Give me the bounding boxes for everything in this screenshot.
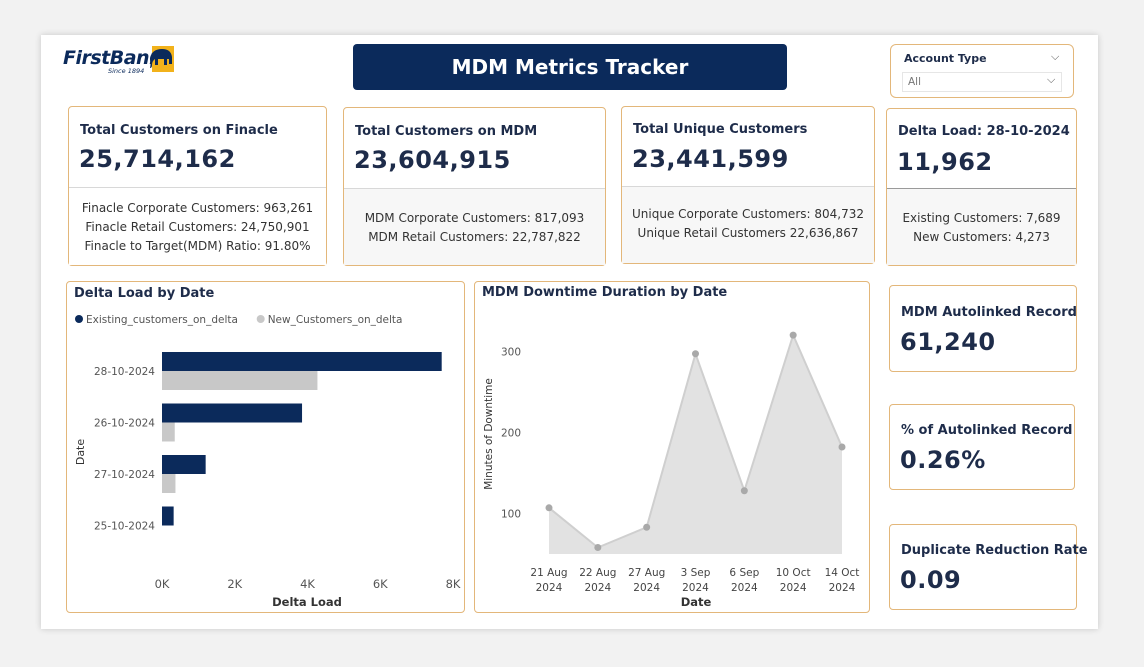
mdm-title: Total Customers on MDM xyxy=(355,124,538,139)
pct-autolinked-value: 0.26% xyxy=(900,446,986,474)
x-tick-label-bottom: 2024 xyxy=(584,582,611,594)
slicer-label: Account Type xyxy=(904,52,987,65)
x-tick-label-top: 10 Oct xyxy=(776,567,811,579)
data-point-6 xyxy=(838,443,846,451)
page-title: MDM Metrics Tracker xyxy=(353,44,787,90)
unique-retail: Unique Retail Customers 22,636,867 xyxy=(637,226,859,240)
legend-label-1: New_Customers_on_delta xyxy=(268,314,403,326)
mdm-retail: MDM Retail Customers: 22,787,822 xyxy=(368,230,581,244)
autolinked-value: 61,240 xyxy=(900,328,996,356)
bar-0-2 xyxy=(162,455,206,474)
downtime-chart-card: MDM Downtime Duration by Date 100 200 300 2… xyxy=(474,281,870,613)
unique-title: Total Unique Customers xyxy=(633,122,808,137)
finacle-corporate: Finacle Corporate Customers: 963,261 xyxy=(81,201,314,215)
elephant-logo-icon xyxy=(150,46,174,72)
finacle-ratio: Finacle to Target(MDM) Ratio: 91.80% xyxy=(84,239,311,253)
x-tick-label-top: 3 Sep xyxy=(681,567,711,579)
x-tick-label-top: 21 Aug xyxy=(530,567,567,579)
y-tick-label: 200 xyxy=(501,427,521,439)
data-point-4 xyxy=(740,487,748,495)
x-tick-label: 0K xyxy=(155,577,170,591)
legend-label-0: Existing_customers_on_delta xyxy=(86,314,238,326)
autolinked-title: MDM Autolinked Record xyxy=(901,305,1077,320)
x-tick-label-bottom: 2024 xyxy=(536,582,563,594)
bar-1-1 xyxy=(162,422,175,442)
logo-since: Since 1894 xyxy=(108,67,145,75)
y-axis-label: Date xyxy=(74,439,87,466)
area-fill xyxy=(549,335,842,554)
bar-chart: Existing_customers_on_delta New_Customers… xyxy=(74,314,461,609)
x-tick-label-top: 14 Oct xyxy=(825,567,860,579)
delta-load-chart-card: Delta Load by Date Existing_customers_on… xyxy=(66,281,465,613)
report-canvas: FirstBank Since 1894 MDM Metrics Tracker… xyxy=(41,35,1098,629)
unique-customers-card: Total Unique Customers 23,441,599 Unique… xyxy=(621,106,875,264)
x-tick-label: 6K xyxy=(373,577,388,591)
slicer-value: All xyxy=(908,76,922,88)
delta-value: 11,962 xyxy=(897,148,993,176)
account-type-dropdown[interactable]: All ⌵ xyxy=(902,72,1062,92)
bar-1-0 xyxy=(162,371,318,390)
x-axis-label: Delta Load xyxy=(272,595,342,609)
bar-0-1 xyxy=(162,403,303,423)
legend-marker-1 xyxy=(256,315,265,323)
data-point-2 xyxy=(643,523,651,531)
x-tick-label-top: 6 Sep xyxy=(729,567,759,579)
delta-existing: Existing Customers: 7,689 xyxy=(902,211,1061,225)
account-type-slicer[interactable]: Account Type ⌵ All ⌵ xyxy=(890,44,1074,98)
x-tick-label: 2K xyxy=(227,577,242,591)
area-chart: 100 200 300 21 Aug 2024 22 Aug 2024 27 Aug 2024 3… xyxy=(483,331,860,609)
finacle-retail: Finacle Retail Customers: 24,750,901 xyxy=(85,220,310,234)
x-tick-label-bottom: 2024 xyxy=(780,582,807,594)
unique-corporate: Unique Corporate Customers: 804,732 xyxy=(632,207,864,221)
bar-1-2 xyxy=(162,474,176,493)
delta-load-card: Delta Load: 28-10-2024 11,962 Existing C… xyxy=(886,108,1077,266)
x-tick-label-bottom: 2024 xyxy=(682,582,709,594)
finacle-customers-card: Total Customers on Finacle 25,714,162 Fi… xyxy=(68,106,327,266)
finacle-value: 25,714,162 xyxy=(79,145,236,173)
mdm-value: 23,604,915 xyxy=(354,146,511,174)
x-tick-label: 8K xyxy=(446,577,461,591)
y-tick-label: 28-10-2024 xyxy=(94,366,155,378)
y-tick-label: 26-10-2024 xyxy=(94,418,155,430)
mdm-corporate: MDM Corporate Customers: 817,093 xyxy=(364,211,585,225)
y-tick-label: 27-10-2024 xyxy=(94,469,155,481)
autolinked-record-card: MDM Autolinked Record 61,240 xyxy=(889,285,1077,372)
pct-autolinked-title: % of Autolinked Record xyxy=(901,423,1073,438)
y-tick-label: 25-10-2024 xyxy=(94,521,155,533)
x-tick-label-bottom: 2024 xyxy=(829,582,856,594)
duplicate-reduction-card: Duplicate Reduction Rate 0.09 xyxy=(889,524,1088,610)
dropdown-chevron-icon[interactable]: ⌵ xyxy=(1047,73,1055,87)
y-tick-label: 100 xyxy=(501,508,521,520)
y-tick-label: 300 xyxy=(501,346,521,358)
x-tick-label: 4K xyxy=(300,577,315,591)
duplicate-title: Duplicate Reduction Rate xyxy=(901,543,1088,558)
data-point-3 xyxy=(692,350,699,358)
unique-value: 23,441,599 xyxy=(632,145,789,173)
data-point-0 xyxy=(545,504,553,512)
chevron-down-icon[interactable]: ⌵ xyxy=(1051,50,1059,64)
legend-marker-0 xyxy=(75,315,83,323)
delta-new: New Customers: 4,273 xyxy=(913,230,1050,244)
y-axis-label: Minutes of Downtime xyxy=(483,378,495,490)
data-point-1 xyxy=(594,544,602,552)
bar-0-3 xyxy=(162,506,174,526)
pct-autolinked-card: % of Autolinked Record 0.26% xyxy=(889,404,1075,490)
x-tick-label-top: 22 Aug xyxy=(579,567,616,579)
bar-0-0 xyxy=(162,352,442,371)
data-point-5 xyxy=(789,331,797,339)
x-tick-label-bottom: 2024 xyxy=(731,582,758,594)
finacle-title: Total Customers on Finacle xyxy=(80,123,278,138)
mdm-customers-card: Total Customers on MDM 23,604,915 MDM Co… xyxy=(343,107,606,266)
delta-title: Delta Load: 28-10-2024 xyxy=(898,124,1070,139)
x-tick-label-bottom: 2024 xyxy=(633,582,660,594)
x-axis-label: Date xyxy=(681,595,712,609)
x-tick-label-top: 27 Aug xyxy=(628,567,665,579)
duplicate-value: 0.09 xyxy=(900,566,962,594)
